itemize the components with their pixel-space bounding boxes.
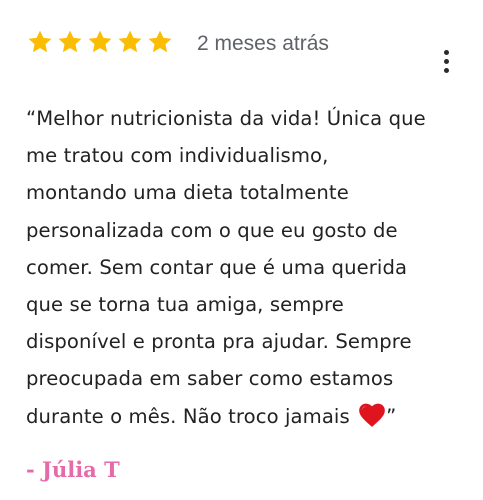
review-author: - Júlia T: [26, 457, 120, 482]
star-icon: [88, 30, 112, 53]
more-vert-icon-dot: [443, 58, 449, 64]
star-icon: [28, 30, 52, 53]
star-icon: [58, 30, 82, 53]
review-time: 2 meses atrás: [197, 32, 329, 55]
star-rating: [26, 26, 174, 58]
more-options-button[interactable]: [432, 45, 460, 77]
more-vert-icon-dot: [443, 67, 449, 73]
star-icon: [118, 30, 142, 53]
review-text: “Melhor nutricionista da vida! Única que…: [26, 100, 481, 435]
review-card: 2 meses atrás “Melhor nutricionista da v…: [0, 0, 483, 500]
red-heart-icon: [359, 403, 385, 427]
review-body: “Melhor nutricionista da vida! Única que…: [26, 107, 426, 428]
closing-quote: ”: [386, 404, 397, 428]
star-icon: [148, 30, 172, 53]
more-vert-icon: [443, 49, 449, 55]
